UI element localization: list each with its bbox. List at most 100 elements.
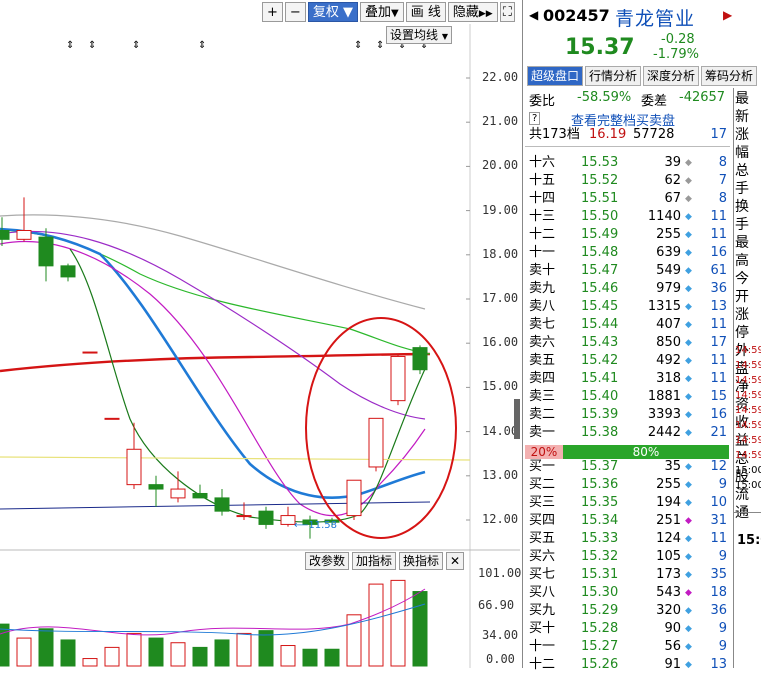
event-marker-icon[interactable]: ⇕: [376, 40, 384, 51]
level-volume: 251: [656, 513, 681, 528]
level-order-count: 11: [710, 531, 727, 546]
tab-market-analysis[interactable]: 行情分析: [585, 66, 642, 86]
buy-level-row[interactable]: 买六 15.32 105 ◆ 9: [529, 548, 727, 566]
sell-level-row[interactable]: 十三 15.50 1140 ◆ 11: [529, 208, 727, 226]
sell-level-row[interactable]: 卖五 15.42 492 ◆ 11: [529, 352, 727, 370]
sell-level-row[interactable]: 十六 15.53 39 ◆ 8: [529, 154, 727, 172]
level-label: 十四: [529, 191, 556, 206]
next-stock-icon[interactable]: ▶: [723, 8, 732, 22]
candle-body: [280, 515, 296, 525]
buy-level-row[interactable]: 买一 15.37 35 ◆ 12: [529, 458, 727, 476]
event-marker-icon[interactable]: ⇕: [354, 40, 362, 51]
buy-level-row[interactable]: 买十 15.28 90 ◆ 9: [529, 620, 727, 638]
level-order-count: 36: [710, 281, 727, 296]
level-volume: 850: [656, 335, 681, 350]
sell-level-row[interactable]: 卖七 15.44 407 ◆ 11: [529, 316, 727, 334]
level-volume: 173: [656, 567, 681, 582]
buy-level-row[interactable]: 买二 15.36 255 ◆ 9: [529, 476, 727, 494]
draw-line-button[interactable]: 画 线: [405, 2, 446, 22]
ma-settings-button[interactable]: 设置均线 ▼: [386, 26, 452, 44]
candle-body: [258, 510, 274, 525]
overlay-dropdown[interactable]: 叠加▼: [359, 2, 404, 22]
level-order-count: 21: [710, 425, 727, 440]
candle-body: [0, 229, 10, 240]
event-marker-icon[interactable]: ⇕: [198, 40, 206, 51]
buy-level-row[interactable]: 买八 15.30 543 ◆ 18: [529, 584, 727, 602]
panel-collapse-handle[interactable]: [514, 399, 520, 439]
fuquan-dropdown[interactable]: 复权 ▼: [307, 2, 358, 22]
sell-level-row[interactable]: 卖六 15.43 850 ◆ 17: [529, 334, 727, 352]
timeline-time: 15:0: [737, 533, 761, 548]
chevron-down-icon: ▼: [342, 5, 353, 20]
level-order-count: 9: [718, 549, 727, 564]
sell-level-row[interactable]: 十四 15.51 67 ◆ 8: [529, 190, 727, 208]
sell-level-row[interactable]: 卖八 15.45 1315 ◆ 13: [529, 298, 727, 316]
tab-deep-analysis[interactable]: 深度分析: [643, 66, 700, 86]
switch-indicator-button[interactable]: 换指标: [399, 552, 444, 570]
sell-level-row[interactable]: 十五 15.52 62 ◆ 7: [529, 172, 727, 190]
summary-label: 共173档: [529, 127, 580, 142]
tab-super-book[interactable]: 超级盘口: [527, 66, 584, 86]
level-label: 买七: [529, 567, 556, 582]
sell-level-row[interactable]: 卖四 15.41 318 ◆ 11: [529, 370, 727, 388]
level-price: 15.28: [581, 621, 619, 636]
sell-level-row[interactable]: 卖三 15.40 1881 ◆ 15: [529, 388, 727, 406]
edit-params-button[interactable]: 改参数: [305, 552, 350, 570]
diamond-icon: ◆: [685, 374, 692, 384]
level-price: 15.43: [581, 335, 619, 350]
level-price: 15.46: [581, 281, 619, 296]
buy-level-row[interactable]: 买三 15.35 194 ◆ 10: [529, 494, 727, 512]
sell-level-row[interactable]: 十二 15.49 255 ◆ 11: [529, 226, 727, 244]
chevron-down-icon: ▼: [441, 32, 448, 41]
kline-chart-area[interactable]: ⇕ ⇕ ⇕ ⇕ ⇕ ⇕ ⇕ ⇕ 设置均线 ▼ ⟵11.58 改参数 加指标 换指…: [0, 24, 521, 668]
fullscreen-icon[interactable]: ⛶: [499, 2, 515, 22]
summary-price: 16.19: [589, 127, 627, 142]
diamond-icon: ◆: [685, 624, 692, 634]
zoom-out-button[interactable]: −: [284, 2, 306, 22]
buy-level-row[interactable]: 十一 15.27 56 ◆ 9: [529, 638, 727, 656]
stock-code: 002457: [543, 6, 610, 25]
level-order-count: 61: [710, 263, 727, 278]
buy-level-row[interactable]: 买九 15.29 320 ◆ 36: [529, 602, 727, 620]
help-icon[interactable]: ?: [529, 112, 541, 125]
hide-button[interactable]: 隐藏▶▶: [447, 2, 498, 22]
buy-level-row[interactable]: 十二 15.26 91 ◆ 13: [529, 656, 727, 674]
buy-level-row[interactable]: 买四 15.34 251 ◆ 31: [529, 512, 727, 530]
level-price: 15.32: [581, 549, 619, 564]
sell-level-row[interactable]: 卖十 15.47 549 ◆ 61: [529, 262, 727, 280]
event-marker-icon[interactable]: ⇕: [88, 40, 96, 51]
chart-toolbar: + − 复权 ▼ 叠加▼ 画 线 隐藏▶▶ ⛶: [262, 2, 517, 22]
sell-level-row[interactable]: 卖二 15.39 3393 ◆ 16: [529, 406, 727, 424]
level-order-count: 11: [710, 227, 727, 242]
candle-body: [192, 492, 208, 499]
tick-time: 14:59: [735, 405, 761, 416]
level-volume: 2442: [647, 425, 681, 440]
buy-level-row[interactable]: 买七 15.31 173 ◆ 35: [529, 566, 727, 584]
price-axis-label: 19.00: [482, 202, 519, 217]
event-marker-icon[interactable]: ⇕: [132, 40, 140, 51]
weibi-row: 委比 -58.59% 委差 -42657: [529, 90, 729, 109]
level-order-count: 11: [710, 209, 727, 224]
tick-time: 14:59: [735, 420, 761, 431]
diamond-icon: ◆: [685, 356, 692, 366]
buy-level-row[interactable]: 买五 15.33 124 ◆ 11: [529, 530, 727, 548]
level-price: 15.31: [581, 567, 619, 582]
sell-level-row[interactable]: 卖九 15.46 979 ◆ 36: [529, 280, 727, 298]
zoom-in-button[interactable]: +: [262, 2, 283, 22]
diamond-icon: ◆: [685, 462, 692, 472]
diamond-icon: ◆: [685, 428, 692, 438]
level-label: 买三: [529, 495, 556, 510]
level-label: 十三: [529, 209, 556, 224]
prev-stock-icon[interactable]: ◀: [529, 8, 538, 22]
ma-line-magenta: [0, 240, 426, 517]
ma-line-red: [0, 352, 431, 373]
sell-level-row[interactable]: 十一 15.48 639 ◆ 16: [529, 244, 727, 262]
close-icon[interactable]: ✕: [446, 552, 465, 570]
level-price: 15.48: [581, 245, 619, 260]
event-marker-icon[interactable]: ⇕: [66, 40, 74, 51]
add-indicator-button[interactable]: 加指标: [352, 552, 397, 570]
level-label: 十二: [529, 227, 556, 242]
tab-chip-analysis[interactable]: 筹码分析: [701, 66, 758, 86]
diamond-icon: ◆: [685, 266, 692, 276]
sell-level-row[interactable]: 卖一 15.38 2442 ◆ 21: [529, 424, 727, 442]
